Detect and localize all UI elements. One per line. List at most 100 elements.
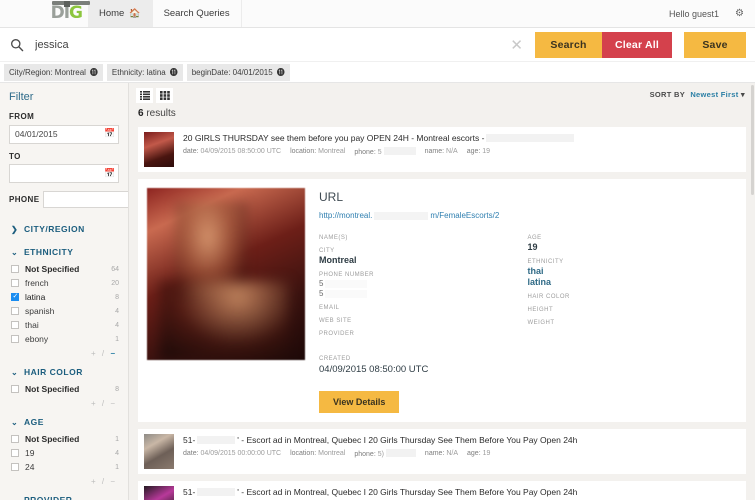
remove-icon[interactable]: ⓫ xyxy=(90,67,98,78)
facet-option-count: 1 xyxy=(115,463,119,471)
gear-icon[interactable]: ⚙ xyxy=(735,8,744,19)
checkbox-icon[interactable] xyxy=(11,463,19,471)
remove-icon[interactable]: ⓫ xyxy=(170,67,178,78)
checkbox-icon[interactable] xyxy=(11,449,19,457)
detail-image[interactable] xyxy=(147,188,305,360)
facet-option-age-19[interactable]: 19 4 xyxy=(9,446,119,460)
calendar-icon[interactable]: 📅 xyxy=(104,168,115,179)
results-count: 6 results xyxy=(138,108,176,119)
facet-ethnicity-label: ETHNICITY xyxy=(24,247,74,257)
facet-collapse-minus[interactable]: − xyxy=(110,399,117,408)
from-date-input[interactable] xyxy=(9,124,119,144)
checkbox-icon[interactable] xyxy=(11,321,19,329)
checkbox-icon-checked[interactable] xyxy=(11,292,19,301)
nav-item-home[interactable]: Home 🏠 xyxy=(88,0,153,27)
result-row[interactable]: 51- ' - Escort ad in Montreal, Quebec I … xyxy=(138,429,746,474)
facet-option-ebony[interactable]: ebony 1 xyxy=(9,332,119,346)
filter-tag-ethnicity[interactable]: Ethnicity: latina ⓫ xyxy=(106,63,183,81)
sort-by-value[interactable]: Newest First xyxy=(690,90,738,99)
facet-option-age-24[interactable]: 24 1 xyxy=(9,460,119,474)
result-row[interactable]: 20 GIRLS THURSDAY see them before you pa… xyxy=(138,127,746,172)
result-row[interactable]: 51- ' - Escort ad in Montreal, Quebec I … xyxy=(138,481,746,500)
meta-name-value: N/A xyxy=(446,450,459,457)
grid-view-icon[interactable] xyxy=(156,88,173,103)
result-title-line[interactable]: 51- ' - Escort ad in Montreal, Quebec I … xyxy=(183,435,740,445)
clear-search-icon[interactable]: ✕ xyxy=(504,36,535,54)
filter-tag-city-region[interactable]: City/Region: Montreal ⓫ xyxy=(4,63,103,81)
field-value-ethnicity-thai: thai xyxy=(527,266,544,276)
meta-name-key: name: xyxy=(424,450,445,457)
facet-expand-plus[interactable]: + xyxy=(91,349,98,358)
result-title: 20 GIRLS THURSDAY see them before you pa… xyxy=(183,133,485,143)
checkbox-icon[interactable] xyxy=(11,279,19,287)
list-view-icon[interactable] xyxy=(136,88,153,103)
phone-filter-input[interactable] xyxy=(43,191,128,208)
result-thumbnail[interactable] xyxy=(144,486,174,500)
facet-hair-color-expand-controls[interactable]: + / − xyxy=(9,396,119,409)
scrollbar-thumb[interactable] xyxy=(751,85,754,195)
facet-collapse-minus[interactable]: − xyxy=(110,477,117,486)
nav-item-search-queries[interactable]: Search Queries xyxy=(153,0,242,27)
facet-hair-color: ⌄ HAIR COLOR Not Specified 8 + / − xyxy=(9,361,119,409)
result-thumbnail[interactable] xyxy=(144,434,174,469)
filter-tag-label: beginDate: 04/01/2015 xyxy=(191,67,273,77)
facet-ethnicity-expand-controls[interactable]: + / − xyxy=(9,346,119,359)
facet-ethnicity-header[interactable]: ⌄ ETHNICITY xyxy=(9,241,119,262)
checkbox-icon[interactable] xyxy=(11,307,19,315)
checkbox-icon[interactable] xyxy=(11,335,19,343)
sort-by-control[interactable]: SORT BY Newest First ▾ xyxy=(650,88,745,99)
phone-filter-row: PHONE xyxy=(9,191,128,208)
result-title-suffix: ' - Escort ad in Montreal, Quebec I 20 G… xyxy=(237,487,578,497)
facet-option-latina[interactable]: latina 8 xyxy=(9,290,119,304)
logo-bar-decoration xyxy=(51,1,90,5)
facet-ethnicity: ⌄ ETHNICITY Not Specified 64 french 20 l… xyxy=(9,241,119,359)
checkbox-icon[interactable] xyxy=(11,435,19,443)
facet-provider-header[interactable]: ⌄ PROVIDER xyxy=(9,489,119,500)
facet-option-not-specified[interactable]: Not Specified 64 xyxy=(9,262,119,276)
field-value-age: 19 xyxy=(527,242,538,252)
facet-city-region-header[interactable]: ❯ CITY/REGION xyxy=(9,218,119,239)
facet-option-label: Not Specified xyxy=(25,384,80,394)
field-label-phone-number: PHONE NUMBER xyxy=(319,272,375,278)
facet-option-spanish[interactable]: spanish 4 xyxy=(9,304,119,318)
result-detail-card: URL http://montreal. m/FemaleEscorts/2 N… xyxy=(138,179,746,422)
search-button[interactable]: Search xyxy=(535,31,602,58)
result-meta: date: 04/09/2015 00:00:00 UTC location: … xyxy=(183,449,740,458)
facet-city-region-label: CITY/REGION xyxy=(24,224,85,234)
facet-option-french[interactable]: french 20 xyxy=(9,276,119,290)
facet-age-expand-controls[interactable]: + / − xyxy=(9,474,119,487)
checkbox-icon[interactable] xyxy=(11,265,19,273)
meta-phone-value: 5 xyxy=(377,149,382,156)
to-date-input[interactable] xyxy=(9,164,119,183)
meta-age-value: 19 xyxy=(482,450,491,457)
result-thumbnail[interactable] xyxy=(144,132,174,167)
detail-url-link[interactable]: http://montreal. m/FemaleEscorts/2 xyxy=(319,211,736,220)
facet-hair-color-header[interactable]: ⌄ HAIR COLOR xyxy=(9,361,119,382)
facet-option-count: 20 xyxy=(111,279,119,287)
facet-option-not-specified[interactable]: Not Specified 1 xyxy=(9,432,119,446)
calendar-icon[interactable]: 📅 xyxy=(104,128,115,139)
chevron-down-icon: ⌄ xyxy=(11,247,19,257)
meta-age-key: age: xyxy=(467,450,481,457)
meta-name-key: name: xyxy=(424,148,445,155)
result-title-line[interactable]: 51- ' - Escort ad in Montreal, Quebec I … xyxy=(183,487,740,497)
facet-age-header[interactable]: ⌄ AGE xyxy=(9,411,119,432)
save-button[interactable]: Save xyxy=(684,31,746,58)
facet-collapse-minus[interactable]: − xyxy=(110,349,117,358)
app-logo[interactable]: DIG xyxy=(0,0,90,27)
search-input[interactable] xyxy=(33,37,505,52)
field-value-ethnicity-latina: latina xyxy=(527,277,552,287)
filter-tag-begindate[interactable]: beginDate: 04/01/2015 ⓫ xyxy=(186,63,290,81)
clear-all-button[interactable]: Clear All xyxy=(602,31,672,58)
facet-expand-plus[interactable]: + xyxy=(91,399,98,408)
search-field-wrapper xyxy=(10,31,505,58)
facet-option-thai[interactable]: thai 4 xyxy=(9,318,119,332)
facet-option-not-specified[interactable]: Not Specified 8 xyxy=(9,382,119,396)
checkbox-icon[interactable] xyxy=(11,385,19,393)
result-title-line[interactable]: 20 GIRLS THURSDAY see them before you pa… xyxy=(183,133,740,143)
facet-option-label: 19 xyxy=(25,448,35,458)
meta-phone-value: 5) xyxy=(377,451,384,458)
remove-icon[interactable]: ⓫ xyxy=(277,67,285,78)
facet-expand-plus[interactable]: + xyxy=(91,477,98,486)
view-details-button[interactable]: View Details xyxy=(319,391,400,413)
